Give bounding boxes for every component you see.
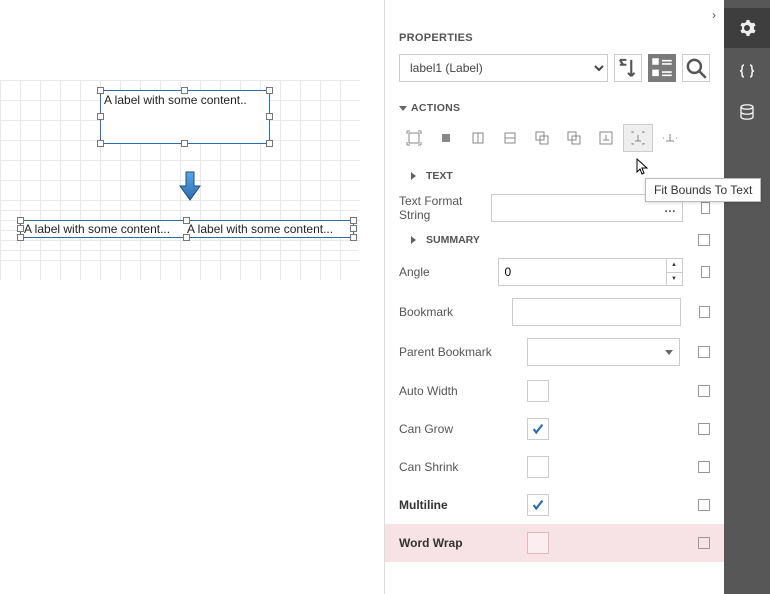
categorized-button[interactable] xyxy=(648,54,676,82)
resize-handle[interactable] xyxy=(183,217,190,224)
prop-marker[interactable] xyxy=(699,306,710,318)
prop-marker[interactable] xyxy=(698,537,710,549)
down-arrow-icon xyxy=(178,170,202,207)
auto-width-checkbox[interactable] xyxy=(527,380,549,402)
search-button[interactable] xyxy=(682,54,710,82)
properties-header: PROPERTIES xyxy=(385,26,724,54)
text-format-string-label: Text Format String xyxy=(399,194,481,222)
size-to-grid-button[interactable] xyxy=(431,124,461,152)
tooltip: Fit Bounds To Text xyxy=(645,178,761,202)
bookmark-input[interactable] xyxy=(512,298,681,326)
actions-section-header[interactable]: ACTIONS xyxy=(385,96,724,124)
resize-handle[interactable] xyxy=(97,113,104,120)
label2-right-text: A label with some content... xyxy=(187,222,350,236)
resize-handle[interactable] xyxy=(266,113,273,120)
parent-bookmark-label: Parent Bookmark xyxy=(399,345,517,359)
resize-handle[interactable] xyxy=(183,234,190,241)
properties-tab-button[interactable] xyxy=(724,8,770,48)
resize-handle[interactable] xyxy=(97,87,104,94)
label2-left-text: A label with some content... xyxy=(24,222,187,236)
resize-handle[interactable] xyxy=(350,225,357,232)
resize-handle[interactable] xyxy=(266,87,273,94)
label1-text: A label with some content.. xyxy=(104,93,247,107)
fit-text-to-bounds-button[interactable] xyxy=(591,124,621,152)
label2-box[interactable]: A label with some content... A label wit… xyxy=(20,220,354,238)
prop-marker[interactable] xyxy=(698,234,710,246)
label1-box[interactable]: A label with some content.. xyxy=(100,90,270,144)
resize-handle[interactable] xyxy=(266,140,273,147)
properties-panel: › PROPERTIES label1 (Label) ACTIONS TEXT… xyxy=(384,0,724,594)
summary-section-header[interactable]: SUMMARY xyxy=(385,228,724,252)
word-wrap-checkbox[interactable] xyxy=(527,532,549,554)
grid-bg-2 xyxy=(0,210,358,270)
can-grow-checkbox[interactable] xyxy=(527,418,549,440)
resize-handle[interactable] xyxy=(97,140,104,147)
panel-collapse-icon[interactable]: › xyxy=(712,8,716,22)
parent-bookmark-dropdown[interactable] xyxy=(527,338,680,366)
resize-handle[interactable] xyxy=(350,234,357,241)
resize-handle[interactable] xyxy=(181,140,188,147)
prop-marker[interactable] xyxy=(698,423,710,435)
sort-alpha-button[interactable] xyxy=(614,54,642,82)
align-center-v-button[interactable] xyxy=(495,124,525,152)
resize-handle[interactable] xyxy=(350,217,357,224)
auto-width-label: Auto Width xyxy=(399,384,517,398)
send-back-button[interactable] xyxy=(559,124,589,152)
prop-marker[interactable] xyxy=(698,385,710,397)
element-selector[interactable]: label1 (Label) xyxy=(399,54,608,82)
multiline-label: Multiline xyxy=(399,498,517,512)
fit-bounds-to-text-button[interactable] xyxy=(623,124,653,152)
resize-handle[interactable] xyxy=(17,217,24,224)
bookmark-label: Bookmark xyxy=(399,305,502,319)
resize-handle[interactable] xyxy=(17,225,24,232)
expressions-tab-button[interactable] xyxy=(724,50,770,90)
design-canvas[interactable]: A label with some content.. A label with… xyxy=(0,0,384,594)
data-tab-button[interactable] xyxy=(724,92,770,132)
angle-input[interactable] xyxy=(499,259,666,285)
word-wrap-label: Word Wrap xyxy=(399,536,517,550)
angle-spin-down[interactable]: ▼ xyxy=(667,273,682,286)
can-shrink-checkbox[interactable] xyxy=(527,456,549,478)
prop-marker[interactable] xyxy=(698,499,710,511)
multiline-checkbox[interactable] xyxy=(527,494,549,516)
resize-handle[interactable] xyxy=(17,234,24,241)
angle-spin-up[interactable]: ▲ xyxy=(667,259,682,273)
fit-to-container-button[interactable] xyxy=(399,124,429,152)
prop-marker[interactable] xyxy=(698,346,710,358)
reset-text-button[interactable] xyxy=(655,124,685,152)
bring-front-button[interactable] xyxy=(527,124,557,152)
prop-marker[interactable] xyxy=(701,202,710,214)
actions-toolbar xyxy=(385,124,724,164)
angle-label: Angle xyxy=(399,265,488,279)
text-format-string-input[interactable] xyxy=(491,194,659,222)
can-shrink-label: Can Shrink xyxy=(399,460,517,474)
prop-marker[interactable] xyxy=(698,461,710,473)
resize-handle[interactable] xyxy=(181,87,188,94)
can-grow-label: Can Grow xyxy=(399,422,517,436)
prop-marker[interactable] xyxy=(701,266,711,278)
right-sidebar xyxy=(724,0,770,594)
align-center-h-button[interactable] xyxy=(463,124,493,152)
